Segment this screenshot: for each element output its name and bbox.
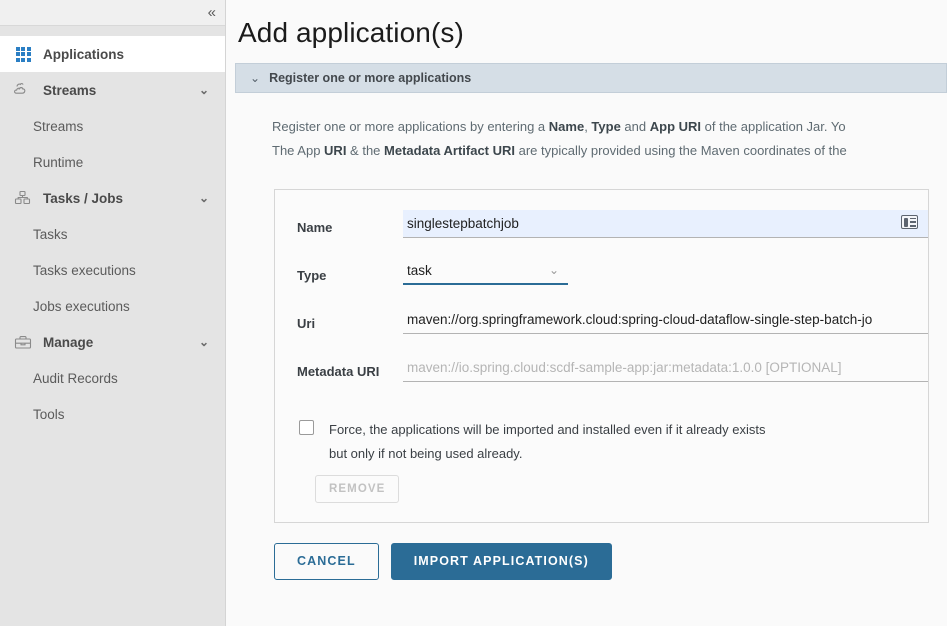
- description-line-2: The App URI & the Metadata Artifact URI …: [236, 139, 947, 163]
- grid-icon: [12, 45, 34, 63]
- sidebar-item-tasks[interactable]: Tasks: [0, 216, 225, 252]
- chevron-down-icon[interactable]: ⌄: [199, 191, 209, 205]
- desc-text: & the: [346, 143, 385, 158]
- sidebar-group-tasks-jobs[interactable]: Tasks / Jobs ⌄: [0, 180, 225, 216]
- clouds-icon: [12, 81, 34, 99]
- sidebar-sub-label: Tasks executions: [33, 262, 136, 278]
- sidebar-sub-label: Tasks: [33, 226, 68, 242]
- chevron-down-icon: ⌄: [250, 71, 261, 85]
- force-checkbox-row: Force, the applications will be imported…: [275, 402, 928, 466]
- sidebar-item-tasks-executions[interactable]: Tasks executions: [0, 252, 225, 288]
- sidebar-item-label: Applications: [43, 46, 125, 62]
- sidebar-item-tools[interactable]: Tools: [0, 396, 225, 432]
- remove-button[interactable]: REMOVE: [315, 475, 400, 503]
- desc-text: are typically provided using the Maven c…: [515, 143, 847, 158]
- sidebar-group-label: Tasks / Jobs: [43, 190, 124, 206]
- contact-card-icon[interactable]: [901, 215, 918, 229]
- desc-bold-uri: URI: [324, 143, 347, 158]
- sidebar-item-audit-records[interactable]: Audit Records: [0, 360, 225, 396]
- name-label: Name: [297, 220, 333, 235]
- force-text-line-1: Force, the applications will be imported…: [329, 422, 766, 437]
- sidebar-item-jobs-executions[interactable]: Jobs executions: [0, 288, 225, 324]
- form-footer-actions: CANCEL IMPORT APPLICATION(S): [274, 543, 947, 580]
- force-checkbox-label: Force, the applications will be imported…: [314, 418, 765, 466]
- sidebar-group-label: Manage: [43, 334, 94, 350]
- sidebar-sub-label: Runtime: [33, 154, 84, 170]
- field-row-type: Type task ⌄: [275, 258, 928, 306]
- field-row-name: Name: [275, 210, 928, 258]
- sidebar-sub-label: Tools: [33, 406, 65, 422]
- main-content: Add application(s) ⌄ Register one or mor…: [226, 0, 947, 626]
- desc-bold-metadata-uri: Metadata Artifact URI: [384, 143, 515, 158]
- chevron-down-icon[interactable]: ⌄: [199, 335, 209, 349]
- sidebar-group-streams[interactable]: Streams ⌄: [0, 72, 225, 108]
- sidebar-top-spacer: [0, 26, 225, 36]
- force-text-line-2: but only if not being used already.: [329, 446, 523, 461]
- sidebar-sub-label: Jobs executions: [33, 298, 130, 314]
- force-checkbox[interactable]: [299, 420, 314, 435]
- chevron-down-icon[interactable]: ⌄: [199, 83, 209, 97]
- desc-text: of the application Jar. Yo: [701, 119, 846, 134]
- accordion-label: Register one or more applications: [269, 71, 472, 85]
- metadata-uri-input[interactable]: [403, 354, 928, 382]
- sidebar-group-manage[interactable]: Manage ⌄: [0, 324, 225, 360]
- desc-text: The App: [272, 143, 325, 158]
- sidebar-item-streams[interactable]: Streams: [0, 108, 225, 144]
- desc-text: and: [620, 119, 650, 134]
- type-select[interactable]: task: [403, 258, 568, 285]
- import-applications-button[interactable]: IMPORT APPLICATION(S): [390, 543, 612, 580]
- name-input[interactable]: [403, 210, 928, 238]
- metadata-uri-label: Metadata URI: [297, 364, 380, 379]
- desc-bold-name: Name: [548, 119, 585, 134]
- desc-text: Register one or more applications by ent…: [272, 119, 549, 134]
- type-label: Type: [297, 268, 327, 283]
- cancel-button[interactable]: CANCEL: [274, 543, 379, 580]
- uri-label: Uri: [297, 316, 316, 331]
- tasks-icon: [12, 189, 34, 207]
- sidebar-item-runtime[interactable]: Runtime: [0, 144, 225, 180]
- desc-bold-type: Type: [591, 119, 621, 134]
- sidebar-item-applications[interactable]: Applications: [0, 36, 225, 72]
- briefcase-icon: [12, 333, 34, 351]
- sidebar-group-label: Streams: [43, 82, 97, 98]
- uri-input[interactable]: [403, 306, 928, 334]
- sidebar-collapse-bar: «: [0, 0, 225, 26]
- sidebar: « Applications Streams ⌄ Streams Runtime: [0, 0, 226, 626]
- sidebar-sub-label: Audit Records: [33, 370, 118, 386]
- accordion-body: Register one or more applications by ent…: [235, 93, 947, 580]
- description-line-1: Register one or more applications by ent…: [236, 115, 947, 139]
- field-row-metadata-uri: Metadata URI: [275, 354, 928, 402]
- collapse-sidebar-icon[interactable]: «: [208, 5, 216, 20]
- sidebar-sub-label: Streams: [33, 118, 84, 134]
- accordion-register-applications[interactable]: ⌄ Register one or more applications: [235, 63, 947, 93]
- field-row-uri: Uri: [275, 306, 928, 354]
- application-entry-card: Name Type task ⌄: [274, 189, 929, 523]
- desc-bold-app-uri: App URI: [649, 119, 702, 134]
- page-title: Add application(s): [238, 17, 464, 48]
